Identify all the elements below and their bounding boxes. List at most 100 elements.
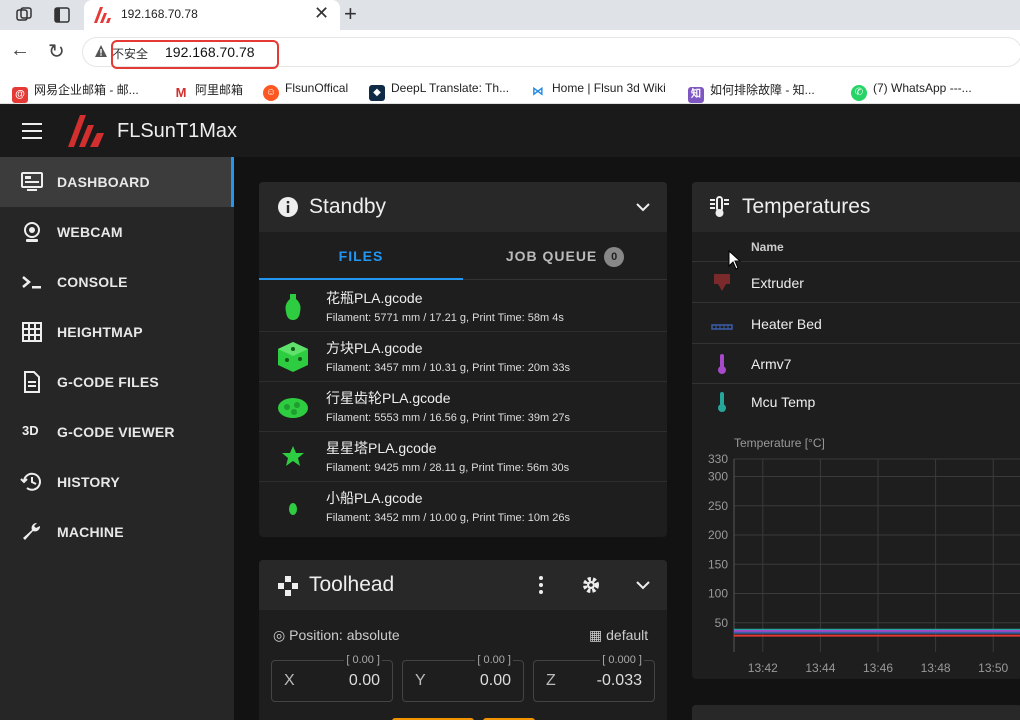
- vase-thumbnail-icon: [285, 294, 301, 320]
- sidebar-item-gcode-files[interactable]: G-CODE FILES: [0, 357, 231, 407]
- tab-close-icon[interactable]: ✕: [314, 3, 329, 24]
- bookmark-whatsapp[interactable]: ✆ (7) WhatsApp ---...: [851, 81, 972, 101]
- workspaces-icon[interactable]: [14, 5, 34, 25]
- new-tab-icon[interactable]: +: [344, 1, 357, 27]
- toolhead-card-header: Toolhead: [259, 560, 667, 610]
- sidebar-item-history[interactable]: HISTORY: [0, 457, 231, 507]
- sidebar-item-webcam[interactable]: WEBCAM: [0, 207, 231, 257]
- bookmark-deepl[interactable]: ◆ DeepL Translate: Th...: [369, 81, 509, 101]
- url-highlight-box: [111, 40, 279, 69]
- y-tick-label: 300: [708, 470, 728, 484]
- temperature-chart-svg: 50 100 150 200 250 300 330 13:42 13:44 13:46 13:48…: [708, 452, 1020, 675]
- x-tick-label: 13:42: [748, 661, 778, 675]
- profile-select[interactable]: ▦ default: [589, 627, 648, 644]
- bookmark-flsun-wiki[interactable]: ⋈ Home | Flsun 3d Wiki: [530, 81, 666, 99]
- dashboard-icon: [21, 172, 43, 191]
- y-tick-label: 250: [708, 499, 728, 513]
- mail-icon: @: [12, 87, 28, 103]
- temp-row-mcu[interactable]: Mcu Temp: [692, 382, 1020, 422]
- sidebar-item-gcode-viewer[interactable]: 3D G-CODE VIEWER: [0, 407, 231, 457]
- file-name: 行星齿轮PLA.gcode: [326, 390, 451, 406]
- file-name: 小船PLA.gcode: [326, 490, 423, 506]
- dashboard-main: Standby FILES JOB QUEUE 0 花瓶PLA.gcode Fi…: [234, 157, 1020, 720]
- temp-row-armv7[interactable]: Armv7: [692, 344, 1020, 384]
- bookmarks-bar: @ 网易企业邮箱 - 邮... M 阿里邮箱 ☺ FlsunOffical ◆ Deep…: [0, 74, 1020, 104]
- bookmark-ali-mail[interactable]: M 阿里邮箱: [173, 81, 243, 101]
- tab-job-queue[interactable]: JOB QUEUE 0: [463, 232, 667, 280]
- sidebar: DASHBOARD WEBCAM CONSOLE HEIGHTMAP G-COD…: [0, 157, 234, 720]
- tab-title: 192.168.70.78: [121, 7, 198, 21]
- more-vert-icon[interactable]: [529, 573, 553, 597]
- z-position-field[interactable]: Z [ 0.000 ] -0.033: [533, 654, 655, 702]
- browser-tab-bar: 192.168.70.78 ✕ +: [0, 0, 1020, 30]
- file-meta: Filament: 3457 mm / 10.31 g, Print Time:…: [326, 362, 570, 374]
- column-name: Name: [751, 240, 784, 254]
- menu-icon[interactable]: [22, 123, 42, 139]
- y-tick-label: 150: [708, 557, 728, 571]
- file-icon: [24, 371, 40, 393]
- reddit-icon: ☺: [263, 85, 279, 101]
- toolhead-card: Toolhead ◎ Position: absolute ▦ default …: [259, 560, 667, 720]
- file-row[interactable]: 行星齿轮PLA.gcode Filament: 5553 mm / 16.56 …: [259, 382, 667, 432]
- temperatures-title: Temperatures: [742, 195, 871, 218]
- flsun-favicon-icon: [94, 7, 111, 23]
- wrench-icon: [23, 522, 41, 540]
- 3d-icon: 3D: [22, 423, 39, 438]
- file-row[interactable]: 方块PLA.gcode Filament: 3457 mm / 10.31 g,…: [259, 332, 667, 382]
- temp-row-heater-bed[interactable]: Heater Bed: [692, 304, 1020, 344]
- file-row[interactable]: 星星塔PLA.gcode Filament: 9425 mm / 28.11 g…: [259, 432, 667, 482]
- aliyun-mail-icon: M: [173, 85, 189, 101]
- status-card-header[interactable]: Standby: [259, 182, 667, 232]
- y-position-field[interactable]: Y [ 0.00 ] 0.00: [402, 654, 524, 702]
- mainsail-app: FLSunT1Max DASHBOARD WEBCAM CONSOLE HEIG…: [0, 105, 1020, 720]
- sidebar-item-console[interactable]: CONSOLE: [0, 257, 231, 307]
- extruder-icon: [714, 274, 730, 291]
- file-name: 方块PLA.gcode: [326, 340, 423, 356]
- vertical-tabs-icon[interactable]: [52, 5, 72, 25]
- boat-thumbnail-icon: [289, 503, 297, 515]
- star-tower-thumbnail-icon: [282, 446, 304, 466]
- flsun-logo-icon[interactable]: [68, 115, 106, 147]
- chevron-down-icon[interactable]: [631, 573, 655, 597]
- toolhead-title: Toolhead: [309, 573, 395, 596]
- browser-tab[interactable]: 192.168.70.78 ✕: [84, 0, 340, 30]
- status-card: Standby FILES JOB QUEUE 0 花瓶PLA.gcode Fi…: [259, 182, 667, 537]
- info-icon: [278, 197, 298, 217]
- history-icon: [20, 472, 41, 491]
- next-card: [692, 705, 1020, 720]
- sidebar-item-machine[interactable]: MACHINE: [0, 507, 231, 557]
- sidebar-item-label: WEBCAM: [57, 224, 123, 240]
- sidebar-item-heightmap[interactable]: HEIGHTMAP: [0, 307, 231, 357]
- webcam-icon: [24, 222, 40, 242]
- temperatures-card-header[interactable]: Temperatures: [692, 182, 1020, 232]
- queue-count-badge: 0: [604, 247, 625, 267]
- crosshair-icon: ◎: [273, 627, 286, 643]
- file-row[interactable]: 花瓶PLA.gcode Filament: 5771 mm / 17.21 g,…: [259, 282, 667, 332]
- console-icon: [22, 276, 41, 289]
- gear-icon[interactable]: [579, 573, 603, 597]
- position-mode[interactable]: ◎ Position: absolute: [273, 627, 400, 644]
- gamepad-icon: [278, 576, 298, 596]
- x-position-field[interactable]: X [ 0.00 ] 0.00: [271, 654, 393, 702]
- x-tick-label: 13:44: [805, 661, 835, 675]
- reload-icon[interactable]: ↻: [48, 39, 65, 64]
- temperature-chart: 50 100 150 200 250 300 330 13:42 13:44 13:46 13:48…: [692, 447, 1020, 679]
- file-meta: Filament: 9425 mm / 28.11 g, Print Time:…: [326, 462, 570, 474]
- status-tabs: FILES JOB QUEUE 0: [259, 232, 667, 280]
- bookmark-troubleshoot[interactable]: 知如何排除故障 - 知...: [688, 81, 815, 103]
- bookmark-netease-mail[interactable]: @ 网易企业邮箱 - 邮...: [12, 81, 139, 103]
- tab-files[interactable]: FILES: [259, 232, 463, 280]
- sidebar-item-dashboard[interactable]: DASHBOARD: [0, 157, 231, 207]
- app-bar: FLSunT1Max: [0, 105, 1020, 157]
- mouse-cursor-icon: [728, 250, 742, 270]
- whatsapp-icon: ✆: [851, 85, 867, 101]
- chevron-down-icon[interactable]: [631, 195, 655, 219]
- warning-icon[interactable]: [94, 44, 108, 58]
- file-name: 花瓶PLA.gcode: [326, 290, 423, 306]
- x-tick-label: 13:50: [978, 661, 1008, 675]
- bookmark-flsun-offical[interactable]: ☺ FlsunOffical: [263, 81, 348, 101]
- x-tick-label: 13:46: [863, 661, 893, 675]
- file-row[interactable]: 小船PLA.gcode Filament: 3452 mm / 10.00 g,…: [259, 482, 667, 532]
- back-icon[interactable]: ←: [10, 39, 30, 62]
- heater-bed-icon: [711, 324, 733, 330]
